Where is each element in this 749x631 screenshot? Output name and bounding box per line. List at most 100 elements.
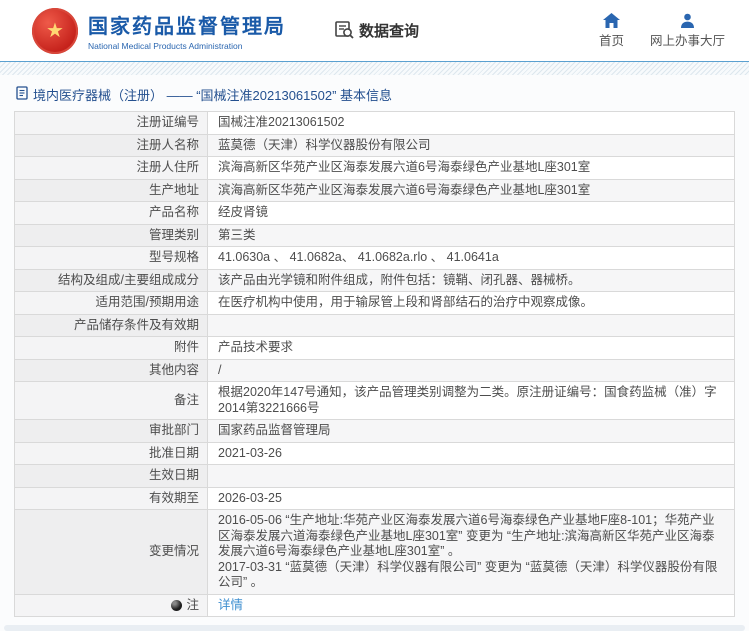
row-label-cell: 批准日期 [15, 443, 208, 465]
row-label-cell: 注册人住所 [15, 157, 208, 179]
row-label: 产品名称 [149, 205, 199, 221]
row-value-cell: 滨海高新区华苑产业区海泰发展六道6号海泰绿色产业基地L座301室 [208, 180, 734, 202]
row-label-cell: 注 [15, 595, 208, 617]
info-table: 注册证编号 国械注准20213061502 注册人名称 蓝莫德（天津）科学仪器股… [14, 111, 735, 617]
row-label-cell: 审批部门 [15, 420, 208, 442]
row-value: 第三类 [218, 228, 256, 244]
row-label: 附件 [174, 340, 199, 356]
row-label-cell: 备注 [15, 382, 208, 419]
row-value: 滨海高新区华苑产业区海泰发展六道6号海泰绿色产业基地L座301室 [218, 160, 590, 176]
document-icon [16, 86, 28, 103]
row-label-cell: 附件 [15, 337, 208, 359]
row-label: 注册人名称 [136, 138, 199, 154]
row-label: 型号规格 [149, 250, 199, 266]
table-row: 备注 根据2020年147号通知，该产品管理类别调整为二类。原注册证编号：国食药… [15, 382, 734, 420]
nav-home-label: 首页 [599, 30, 624, 49]
row-label: 产品储存条件及有效期 [74, 318, 199, 334]
table-row: 有效期至 2026-03-25 [15, 488, 734, 511]
row-value-cell: 蓝莫德（天津）科学仪器股份有限公司 [208, 135, 734, 157]
row-label-cell: 产品名称 [15, 202, 208, 224]
row-value: 2016-05-06 “生产地址:华苑产业区海泰发展六道6号海泰绿色产业基地F座… [218, 513, 724, 591]
data-query-section[interactable]: 数据查询 [334, 19, 419, 43]
org-name-cn: 国家药品监督管理局 [88, 10, 286, 39]
row-value-cell: 产品技术要求 [208, 337, 734, 359]
table-row: 产品储存条件及有效期 [15, 315, 734, 338]
row-value: 41.0630a 、 41.0682a、 41.0682a.rlo 、 41.0… [218, 250, 499, 266]
row-label: 生效日期 [149, 468, 199, 484]
row-label: 其他内容 [149, 363, 199, 379]
row-label: 注册人住所 [136, 160, 199, 176]
row-value-cell: 滨海高新区华苑产业区海泰发展六道6号海泰绿色产业基地L座301室 [208, 157, 734, 179]
row-label-cell: 注册证编号 [15, 112, 208, 134]
nav-service-hall[interactable]: 网上办事大厅 [650, 13, 725, 49]
table-row: 变更情况 2016-05-06 “生产地址:华苑产业区海泰发展六道6号海泰绿色产… [15, 510, 734, 595]
table-row: 审批部门 国家药品监督管理局 [15, 420, 734, 443]
row-label: 结构及组成/主要组成成分 [58, 273, 199, 289]
row-label-cell: 生产地址 [15, 180, 208, 202]
nav-service-hall-label: 网上办事大厅 [650, 30, 725, 49]
table-row: 管理类别 第三类 [15, 225, 734, 248]
row-label-cell: 结构及组成/主要组成成分 [15, 270, 208, 292]
nav-home[interactable]: 首页 [599, 13, 624, 49]
table-row: 其他内容 / [15, 360, 734, 383]
data-query-icon [334, 19, 355, 43]
row-value-cell [208, 315, 734, 337]
row-value-cell: 详情 [208, 595, 734, 617]
table-row: 附件 产品技术要求 [15, 337, 734, 360]
row-value: 在医疗机构中使用，用于输尿管上段和肾部结石的治疗中观察成像。 [218, 295, 593, 311]
row-label: 备注 [174, 393, 199, 409]
row-value: / [218, 363, 221, 379]
person-icon [680, 13, 695, 28]
row-value-cell: 该产品由光学镜和附件组成，附件包括：镜鞘、闭孔器、器械桥。 [208, 270, 734, 292]
row-value: 经皮肾镜 [218, 205, 268, 221]
row-value-cell: 2021-03-26 [208, 443, 734, 465]
breadcrumb-text: 境内医疗器械（注册） —— “国械注准20213061502” 基本信息 [33, 85, 392, 104]
row-label-cell: 注册人名称 [15, 135, 208, 157]
row-label: 变更情况 [149, 544, 199, 560]
table-row: 型号规格 41.0630a 、 41.0682a、 41.0682a.rlo 、… [15, 247, 734, 270]
table-row: 批准日期 2021-03-26 [15, 443, 734, 466]
page-header: ★ 国家药品监督管理局 National Medical Products Ad… [0, 0, 749, 62]
row-value-cell: 第三类 [208, 225, 734, 247]
table-row: 注 详情 [15, 595, 734, 618]
row-value-cell: 国械注准20213061502 [208, 112, 734, 134]
org-name-en: National Medical Products Administration [88, 41, 286, 51]
data-query-label: 数据查询 [359, 20, 419, 41]
breadcrumb: 境内医疗器械（注册） —— “国械注准20213061502” 基本信息 [0, 75, 749, 111]
table-row: 生效日期 [15, 465, 734, 488]
row-value-cell: 经皮肾镜 [208, 202, 734, 224]
row-label-cell: 变更情况 [15, 510, 208, 594]
row-label: 注册证编号 [136, 115, 199, 131]
row-value: 国家药品监督管理局 [218, 423, 331, 439]
row-value: 国械注准20213061502 [218, 115, 344, 131]
table-row: 注册人住所 滨海高新区华苑产业区海泰发展六道6号海泰绿色产业基地L座301室 [15, 157, 734, 180]
row-label-cell: 型号规格 [15, 247, 208, 269]
details-link[interactable]: 详情 [218, 598, 243, 614]
row-label: 注 [186, 598, 199, 614]
row-label-cell: 生效日期 [15, 465, 208, 487]
row-label-cell: 有效期至 [15, 488, 208, 510]
table-row: 注册人名称 蓝莫德（天津）科学仪器股份有限公司 [15, 135, 734, 158]
row-value: 2021-03-26 [218, 446, 282, 462]
row-label: 生产地址 [149, 183, 199, 199]
national-emblem-icon: ★ [32, 8, 78, 54]
row-label-cell: 产品储存条件及有效期 [15, 315, 208, 337]
note-icon [171, 600, 182, 611]
table-row: 产品名称 经皮肾镜 [15, 202, 734, 225]
row-label-cell: 适用范围/预期用途 [15, 292, 208, 314]
table-row: 注册证编号 国械注准20213061502 [15, 112, 734, 135]
row-value: 产品技术要求 [218, 340, 293, 356]
row-value-cell: 根据2020年147号通知，该产品管理类别调整为二类。原注册证编号：国食药监械（… [208, 382, 734, 419]
row-value: 该产品由光学镜和附件组成，附件包括：镜鞘、闭孔器、器械桥。 [218, 273, 581, 289]
page-bottom-strip [4, 625, 745, 631]
row-label: 管理类别 [149, 228, 199, 244]
row-value-cell: 在医疗机构中使用，用于输尿管上段和肾部结石的治疗中观察成像。 [208, 292, 734, 314]
row-label-cell: 管理类别 [15, 225, 208, 247]
row-value-cell: 2016-05-06 “生产地址:华苑产业区海泰发展六道6号海泰绿色产业基地F座… [208, 510, 734, 594]
row-value-cell: 国家药品监督管理局 [208, 420, 734, 442]
table-row: 结构及组成/主要组成成分 该产品由光学镜和附件组成，附件包括：镜鞘、闭孔器、器械… [15, 270, 734, 293]
row-label: 审批部门 [149, 423, 199, 439]
row-value-cell [208, 465, 734, 487]
row-value: 根据2020年147号通知，该产品管理类别调整为二类。原注册证编号：国食药监械（… [218, 385, 724, 416]
nmpa-logo: ★ 国家药品监督管理局 National Medical Products Ad… [32, 8, 286, 54]
